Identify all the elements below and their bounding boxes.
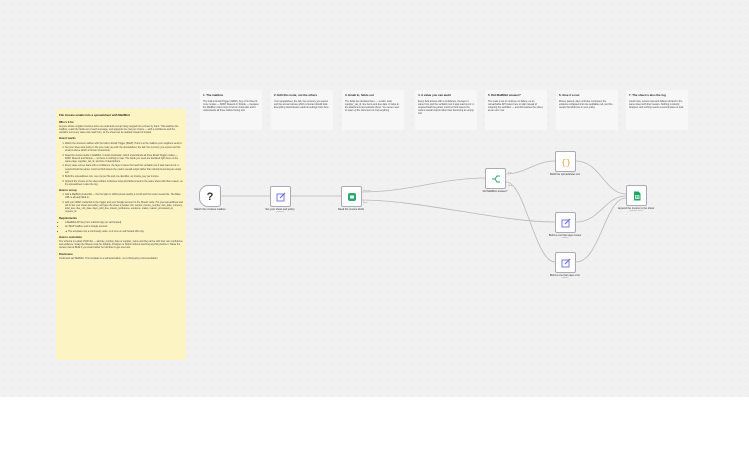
node-did-mailmint-answer[interactable] [485,168,506,189]
node-label: Append the invoice to the sheet append: … [617,207,655,213]
node-label: Set your sheet and policy manual [265,208,295,214]
edge-read-to-answer [360,177,487,193]
node-read-invoice-fields[interactable] [341,186,362,207]
node-label: Read the invoice fields [337,208,365,211]
node-watch-mailbox[interactable]: ? [199,185,221,207]
google-sheets-icon [633,191,640,200]
node-label: Build a row that says review manual [548,234,582,240]
pencil-edit-icon [561,218,570,227]
node-label: Did MailMint answer? [482,190,508,193]
code-braces-icon: {} [561,159,571,167]
svg-text:?: ? [207,191,214,202]
edge-label-success: Success [363,190,371,192]
edge-build-to-append [575,160,627,195]
node-label: Watch the invoices mailbox [194,208,226,211]
node-label: Build a row that says error manual [549,274,581,280]
if-branch-icon [491,175,500,182]
edge-label-error: Error [363,202,368,204]
node-build-review-row[interactable] [555,212,576,233]
node-build-error-row[interactable] [555,252,576,273]
question-mark-icon: ? [207,191,214,202]
node-set-sheet-policy[interactable] [270,186,291,207]
pencil-edit-icon [276,192,285,201]
empty-area [0,397,749,450]
workflow-canvas[interactable]: 1. The mailbox The built-in Email Trigge… [0,0,749,397]
pencil-edit-icon [561,258,570,267]
node-append-to-sheet[interactable] [626,185,647,206]
node-build-spreadsheet-row[interactable]: {} [555,151,576,172]
mailmint-logo-icon [347,192,356,201]
node-label: Build the spreadsheet row [550,173,580,176]
svg-text:{}: {} [561,159,571,167]
